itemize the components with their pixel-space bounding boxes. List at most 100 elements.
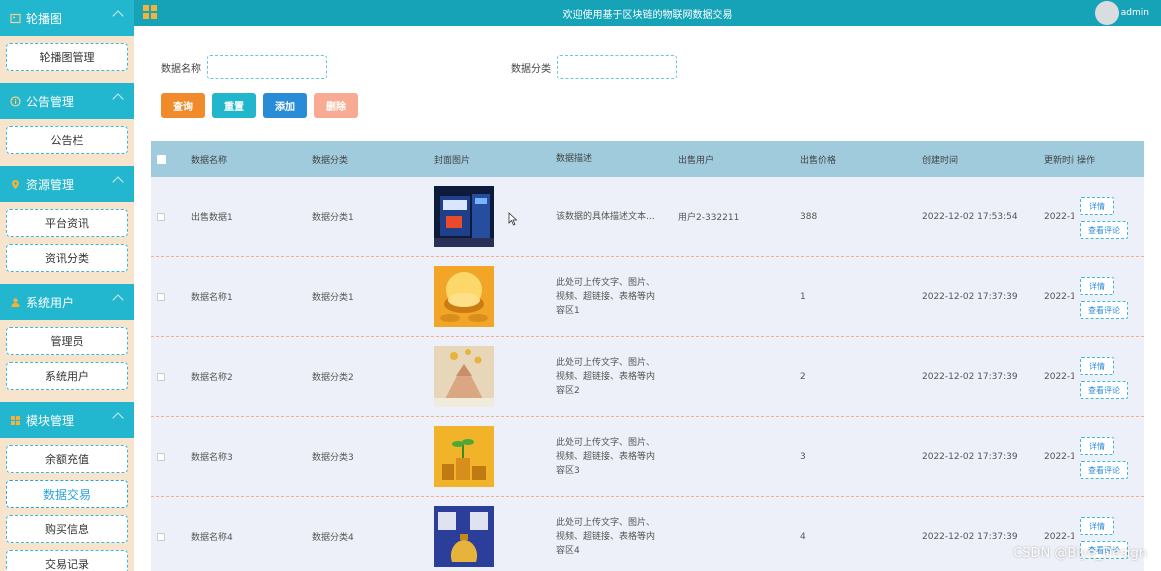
menu-group-label: 公告管理 [26,94,75,109]
sidebar-item-balance-recharge[interactable]: 余额充值 [6,445,128,473]
select-all-checkbox[interactable] [157,154,166,164]
row-checkbox[interactable] [157,292,165,301]
menu-group-label: 系统用户 [26,295,75,310]
chevron-up-icon [112,10,124,22]
header-name: 数据名称 [191,155,228,166]
chevron-up-icon [112,412,124,424]
cover-image-coins[interactable] [434,426,494,487]
cell-name: 数据名称2 [191,373,233,383]
search-category-group: 数据分类 [511,55,677,79]
row-checkbox[interactable] [157,452,165,461]
row-checkbox[interactable] [157,532,165,541]
table-row[interactable]: 数据名称2 数据分类2 此处可上传文字、图片、视频、超链接、表格等内容区2 2 … [151,337,1144,417]
cell-category: 数据分类3 [312,453,354,463]
row-checkbox[interactable] [157,212,165,221]
cell-price: 1 [800,291,806,302]
search-category-input[interactable] [557,55,677,79]
add-button[interactable]: 添加 [263,93,307,118]
sidebar-item-platform-news[interactable]: 平台资讯 [6,209,128,237]
sidebar-item-admin[interactable]: 管理员 [6,327,128,355]
chevron-up-icon [112,294,124,306]
cell-desc: 此处可上传文字、图片、视频、超链接、表格等内容区2 [556,357,656,396]
cell-updated: 2022-12-02 17:53:54 [1044,211,1074,222]
cell-category: 数据分类4 [312,533,354,543]
header-cover: 封面图片 [434,155,471,166]
cover-image-computer[interactable] [434,186,494,247]
app-title: 欢迎使用基于区块链的物联网数据交易 [562,10,733,21]
header-seller: 出售用户 [678,155,715,166]
view-comments-button[interactable]: 查看评论 [1080,461,1128,479]
cell-category: 数据分类1 [312,213,354,223]
action-buttons: 查询 重置 添加 删除 [161,93,365,118]
table-row[interactable]: 数据名称1 数据分类1 此处可上传文字、图片、视频、超链接、表格等内容区1 1 … [151,257,1144,337]
sidebar-item-notice-board[interactable]: 公告栏 [6,126,128,154]
sidebar-item-system-user[interactable]: 系统用户 [6,362,128,390]
grid-icon [10,415,21,426]
cell-updated: 2022-12-02 17:37:39 [1044,291,1074,302]
detail-button[interactable]: 详情 [1080,357,1114,375]
row-checkbox[interactable] [157,372,165,381]
image-icon [10,13,21,24]
cell-price: 4 [800,531,806,542]
menu-group-label: 资源管理 [26,177,75,192]
delete-button[interactable]: 删除 [314,93,358,118]
cell-category: 数据分类1 [312,293,354,303]
sidebar-item-trade-records[interactable]: 交易记录 [6,550,128,571]
cell-created: 2022-12-02 17:37:39 [922,451,1018,462]
cell-name: 数据名称3 [191,453,233,463]
menu-group-notice[interactable]: 公告管理 [0,83,134,119]
menu-group-system-users[interactable]: 系统用户 [0,284,134,320]
detail-button[interactable]: 详情 [1080,437,1114,455]
sidebar-item-carousel-manage[interactable]: 轮播图管理 [6,43,128,71]
main-content: 数据名称 数据分类 查询 重置 添加 删除 数据名称 数据分类 封面图片 数据描… [134,26,1161,571]
header-updated: 更新时间 [1044,155,1074,166]
username[interactable]: admin [1121,8,1149,18]
watermark: CSDN @Biye_Design [1013,546,1147,561]
header-price: 出售价格 [800,155,837,166]
cover-image-money-bag[interactable] [434,506,494,567]
cell-updated: 2022-12-02 17:37:39 [1044,371,1074,382]
cell-created: 2022-12-02 17:53:54 [922,211,1018,222]
sidebar-item-news-category[interactable]: 资讯分类 [6,244,128,272]
reset-button[interactable]: 重置 [212,93,256,118]
cell-seller: 用户2-332211 [678,213,740,223]
menu-group-carousel[interactable]: 轮播图 [0,0,134,36]
header-created: 创建时间 [922,155,959,166]
cover-image-hands[interactable] [434,346,494,407]
view-comments-button[interactable]: 查看评论 [1080,301,1128,319]
cell-desc: 此处可上传文字、图片、视频、超链接、表格等内容区4 [556,517,656,556]
menu-group-resources[interactable]: 资源管理 [0,166,134,202]
cover-image-gold-egg[interactable] [434,266,494,327]
top-bar: 欢迎使用基于区块链的物联网数据交易 admin [134,0,1161,26]
detail-button[interactable]: 详情 [1080,277,1114,295]
cell-desc: 此处可上传文字、图片、视频、超链接、表格等内容区3 [556,437,656,476]
avatar[interactable] [1095,1,1119,25]
search-name-group: 数据名称 [161,55,327,79]
location-pin-icon [10,179,21,190]
cell-desc: 该数据的具体描述文本... [556,211,655,222]
view-comments-button[interactable]: 查看评论 [1080,221,1128,239]
query-button[interactable]: 查询 [161,93,205,118]
row-ops: 详情 查看评论 [1074,257,1144,336]
cell-price: 2 [800,371,806,382]
cell-created: 2022-12-02 17:37:39 [922,371,1018,382]
search-name-input[interactable] [207,55,327,79]
table-row[interactable]: 出售数据1 数据分类1 该数据的具体描述文本... 用户2-332211 388… [151,177,1144,257]
detail-button[interactable]: 详情 [1080,517,1114,535]
table-row[interactable]: 数据名称3 数据分类3 此处可上传文字、图片、视频、超链接、表格等内容区3 3 … [151,417,1144,497]
detail-button[interactable]: 详情 [1080,197,1114,215]
view-comments-button[interactable]: 查看评论 [1080,381,1128,399]
cell-desc: 此处可上传文字、图片、视频、超链接、表格等内容区1 [556,277,656,316]
sidebar-item-purchase-info[interactable]: 购买信息 [6,515,128,543]
cell-name: 数据名称1 [191,293,233,303]
menu-group-label: 模块管理 [26,413,75,428]
cell-updated: 2022-12-02 17:37:39 [1044,451,1074,462]
header-desc: 数据描述 [556,154,593,164]
sidebar-item-data-trade[interactable]: 数据交易 [6,480,128,508]
cell-price: 388 [800,211,818,222]
info-icon [10,95,21,107]
row-ops: 详情 查看评论 [1074,177,1144,256]
menu-group-modules[interactable]: 模块管理 [0,402,134,438]
header-category: 数据分类 [312,155,349,166]
table-row[interactable]: 数据名称4 数据分类4 此处可上传文字、图片、视频、超链接、表格等内容区4 4 … [151,497,1144,571]
